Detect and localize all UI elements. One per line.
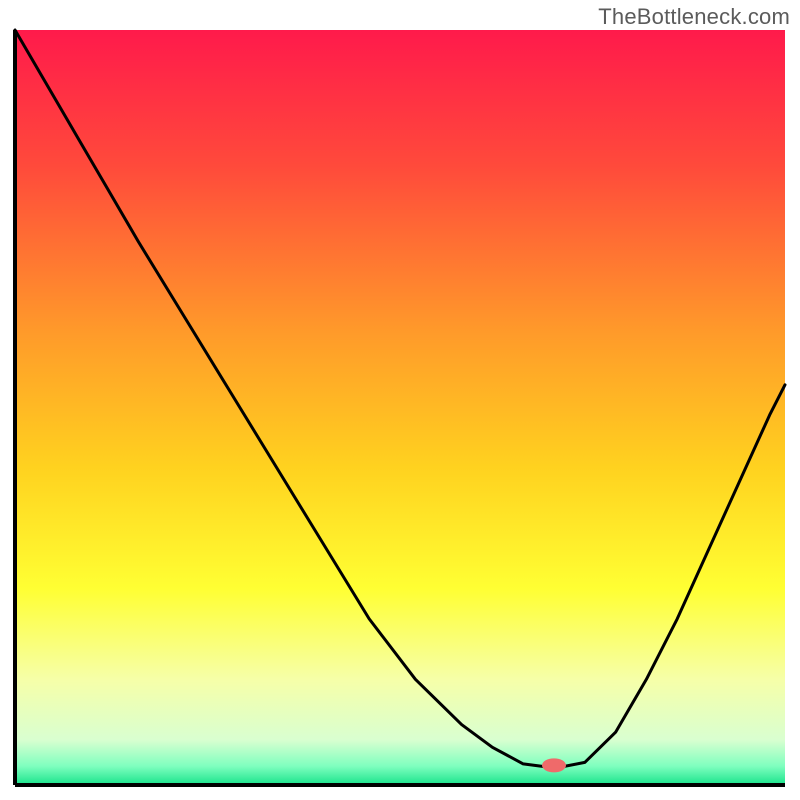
chart-svg bbox=[0, 0, 800, 800]
watermark-text: TheBottleneck.com bbox=[598, 4, 790, 30]
plot-background bbox=[15, 30, 785, 785]
bottleneck-chart: TheBottleneck.com bbox=[0, 0, 800, 800]
optimal-marker bbox=[542, 758, 566, 772]
